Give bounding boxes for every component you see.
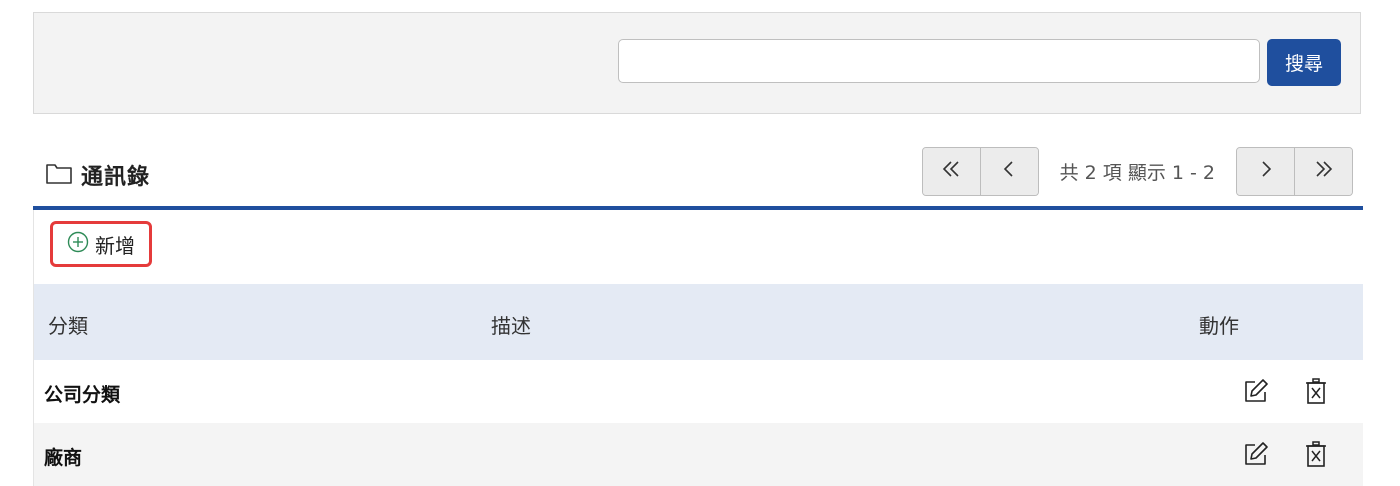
row-actions [1241, 439, 1331, 469]
edit-icon[interactable] [1241, 376, 1271, 406]
column-header-description: 描述 [491, 314, 531, 338]
pager-info: 共 2 項 顯示 1 - 2 [1059, 161, 1215, 184]
category-table: 分類 描述 動作 公司分類 廠商 [34, 284, 1363, 486]
add-label: 新增 [95, 233, 135, 258]
double-chevron-left-icon [940, 159, 962, 183]
page-title: 通訊錄 [81, 165, 151, 190]
plus-circle-icon [67, 231, 89, 257]
last-page-button[interactable] [1295, 147, 1352, 195]
content-box: 新增 分類 描述 動作 公司分類 廠商 [33, 210, 1363, 486]
folder-icon [45, 161, 73, 189]
row-category: 公司分類 [44, 384, 121, 406]
column-header-category: 分類 [48, 314, 88, 338]
double-chevron-right-icon [1313, 159, 1335, 183]
delete-icon[interactable] [1301, 376, 1331, 406]
next-page-button[interactable] [1237, 147, 1295, 195]
search-input[interactable] [618, 39, 1260, 83]
pager-next-group [1236, 146, 1353, 196]
pager-prev-group [921, 146, 1039, 196]
prev-page-button[interactable] [980, 147, 1038, 195]
column-header-actions: 動作 [1199, 314, 1239, 338]
search-button[interactable]: 搜尋 [1267, 39, 1341, 86]
edit-icon[interactable] [1241, 439, 1271, 469]
row-actions [1241, 376, 1331, 406]
table-row: 廠商 [34, 423, 1363, 486]
first-page-button[interactable] [922, 147, 981, 195]
title-row: 通訊錄 共 2 項 顯示 1 - 2 [33, 145, 1361, 205]
add-button[interactable]: 新增 [50, 221, 152, 267]
search-panel: 搜尋 [33, 12, 1361, 114]
page-title-wrap: 通訊錄 [45, 159, 150, 191]
chevron-left-icon [1002, 159, 1016, 183]
table-header: 分類 描述 動作 [34, 284, 1363, 360]
row-category: 廠商 [44, 447, 83, 469]
delete-icon[interactable] [1301, 439, 1331, 469]
table-row: 公司分類 [34, 360, 1363, 423]
pager: 共 2 項 顯示 1 - 2 [921, 146, 1353, 196]
chevron-right-icon [1259, 159, 1273, 183]
